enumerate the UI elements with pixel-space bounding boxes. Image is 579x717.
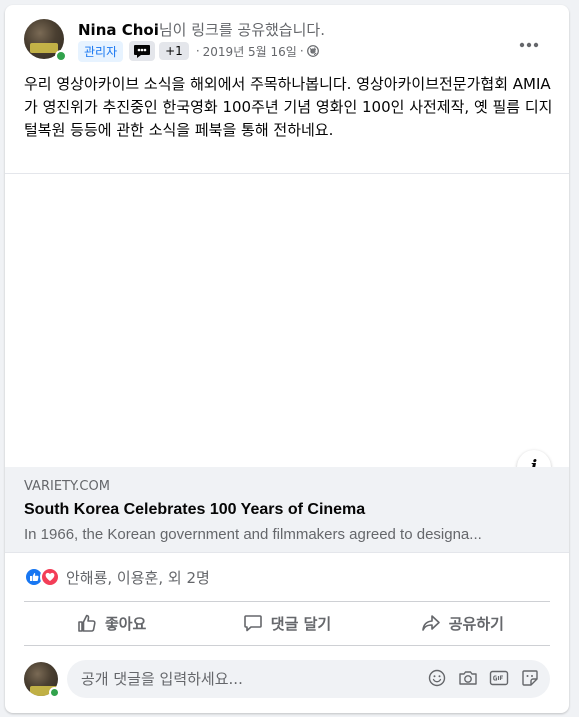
comment-box [67,660,550,698]
comment-button[interactable]: 댓글 달기 [199,603,374,643]
comment-tools [427,667,540,689]
share-label: 공유하기 [448,614,504,633]
share-action-text: 님이 링크를 공유했습니다. [158,21,325,39]
share-icon [421,613,441,633]
camera-icon[interactable] [458,667,478,689]
divider [24,645,550,646]
thumbs-up-icon [77,613,97,633]
like-label: 좋아요 [104,614,147,633]
post-date[interactable]: 2019년 5월 16일 [203,43,297,60]
meta-separator: · [195,44,200,58]
post-meta: 관리자 +1 · 2019년 5월 16일 · [78,40,319,62]
link-description: In 1966, the Korean government and filmm… [24,526,482,543]
author-name[interactable]: Nina Choi [78,21,159,39]
meta-separator: · [299,44,304,58]
comment-composer [24,660,550,700]
link-preview[interactable]: VARIETY.COM South Korea Celebrates 100 Y… [5,467,569,553]
like-button[interactable]: 좋아요 [24,603,199,643]
post-header: Nina Choi님이 링크를 공유했습니다. [78,19,325,40]
reaction-names[interactable]: 안해룡, 이용훈, 외 2명 [66,567,210,588]
comment-input[interactable] [81,660,411,698]
love-reaction-icon [40,567,60,587]
sticker-icon[interactable] [520,667,540,689]
comment-label: 댓글 달기 [270,614,332,633]
gif-icon[interactable] [489,667,509,689]
action-bar: 좋아요 댓글 달기 공유하기 [24,603,550,643]
comment-icon [243,613,263,633]
more-options-button[interactable] [511,27,547,63]
online-status-dot [49,687,60,698]
link-preview-image[interactable] [5,173,569,467]
divider [24,601,550,602]
link-domain: VARIETY.COM [24,479,110,494]
emoji-icon[interactable] [427,667,447,689]
reaction-summary[interactable]: 안해룡, 이용훈, 외 2명 [24,565,210,589]
online-status-dot [55,50,67,62]
admin-badge[interactable]: 관리자 [78,40,124,62]
globe-icon[interactable] [306,45,319,57]
post-text: 우리 영상아카이브 소식을 해외에서 주목하나봅니다. 영상아카이브전문가협회 … [24,75,553,139]
plus-badge[interactable]: +1 [159,42,189,60]
post-card: Nina Choi님이 링크를 공유했습니다. 관리자 +1 · 2019년 5… [5,5,569,713]
share-button[interactable]: 공유하기 [375,603,550,643]
chat-badge-icon[interactable] [129,41,156,61]
link-title[interactable]: South Korea Celebrates 100 Years of Cine… [24,501,365,519]
